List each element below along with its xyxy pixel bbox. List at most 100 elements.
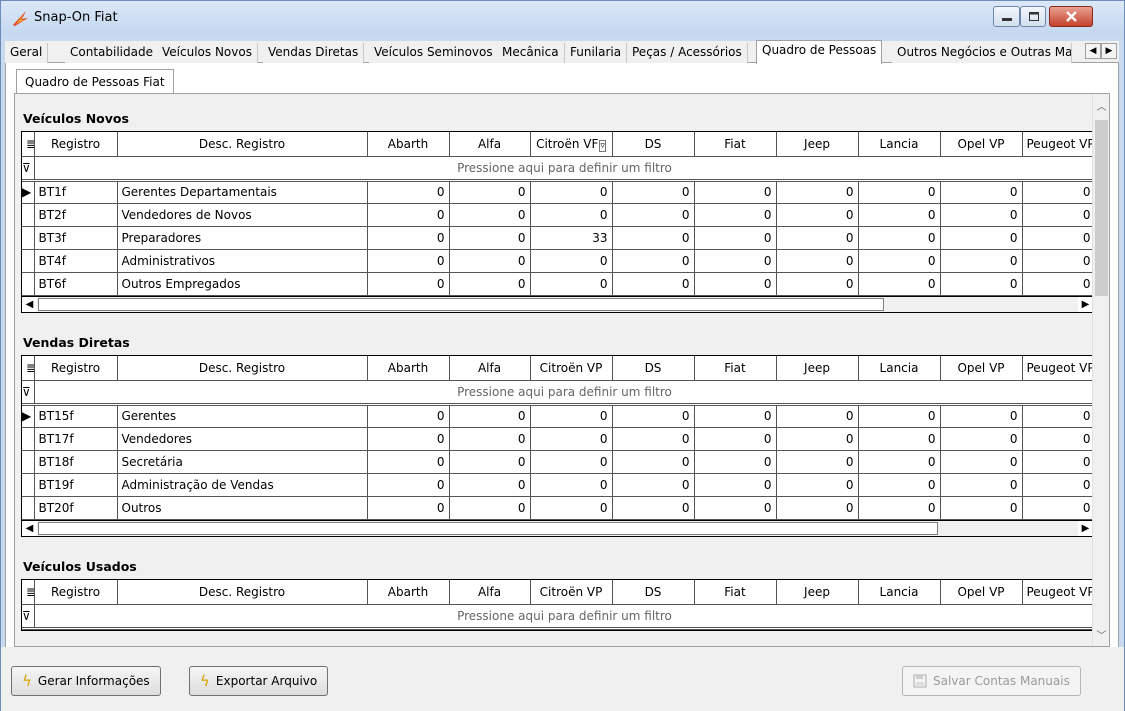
cell-value[interactable]: 0 bbox=[367, 272, 450, 296]
scroll-right-icon[interactable]: ▶ bbox=[1078, 297, 1092, 312]
cell-desc-registro[interactable]: Vendedores de Novos bbox=[117, 203, 368, 227]
cell-registro[interactable]: BT17f bbox=[34, 427, 118, 451]
column-header[interactable]: Jeep bbox=[776, 132, 859, 157]
cell-value[interactable]: 0 bbox=[776, 249, 859, 273]
cell-value[interactable]: 0 bbox=[776, 180, 859, 204]
gerar-informacoes-button[interactable]: ϟ Gerar Informações bbox=[11, 666, 161, 696]
cell-desc-registro[interactable]: Outros Empregados bbox=[117, 272, 368, 296]
filter-hint[interactable]: Pressione aqui para definir um filtro bbox=[34, 380, 1092, 406]
row-indicator[interactable] bbox=[22, 496, 35, 520]
column-header[interactable]: Registro bbox=[34, 580, 118, 605]
cell-value[interactable]: 0 bbox=[367, 450, 450, 474]
cell-value[interactable]: 0 bbox=[530, 203, 613, 227]
column-header[interactable]: Peugeot VP bbox=[1022, 356, 1092, 381]
data-grid[interactable]: ≣ Registro Desc. Registro Abarth Alfa Ci… bbox=[21, 579, 1092, 631]
cell-registro[interactable]: BT6f bbox=[34, 272, 118, 296]
tab-quadro-de-pessoas[interactable]: Quadro de Pessoas bbox=[756, 40, 883, 64]
cell-value[interactable]: 0 bbox=[940, 450, 1023, 474]
tab-outros-negocios[interactable]: Outros Negócios e Outras Mai bbox=[892, 43, 1072, 63]
tab-scroll-right-button[interactable]: ▶ bbox=[1101, 43, 1117, 59]
row-indicator[interactable] bbox=[22, 473, 35, 497]
column-header[interactable]: DS bbox=[612, 132, 695, 157]
cell-value[interactable]: 0 bbox=[367, 473, 450, 497]
cell-value[interactable]: 0 bbox=[1022, 404, 1092, 428]
cell-value[interactable]: 0 bbox=[530, 180, 613, 204]
table-row[interactable]: BT17f Vendedores 0 0 0 0 0 0 0 0 0 bbox=[22, 427, 1092, 451]
data-grid[interactable]: ≣ Registro Desc. Registro Abarth Alfa Ci… bbox=[21, 355, 1092, 521]
tab-mecanica[interactable]: Mecânica bbox=[497, 43, 565, 63]
cell-desc-registro[interactable]: Vendedores bbox=[117, 427, 368, 451]
cell-value[interactable]: 0 bbox=[530, 496, 613, 520]
tab-veiculos-seminovos[interactable]: Veículos Seminovos bbox=[369, 43, 499, 63]
cell-value[interactable]: 0 bbox=[858, 226, 941, 250]
column-header[interactable]: Desc. Registro bbox=[117, 580, 368, 605]
row-indicator[interactable] bbox=[22, 203, 35, 227]
cell-value[interactable]: 0 bbox=[776, 450, 859, 474]
column-header[interactable]: Citroën VP bbox=[530, 356, 613, 381]
vertical-scrollbar[interactable]: ︿ ﹀ bbox=[1092, 94, 1109, 646]
column-header[interactable]: Fiat bbox=[694, 356, 777, 381]
cell-value[interactable]: 0 bbox=[367, 404, 450, 428]
cell-value[interactable]: 0 bbox=[1022, 272, 1092, 296]
tab-pecas-acessorios[interactable]: Peças / Acessórios bbox=[627, 43, 748, 63]
cell-value[interactable]: 0 bbox=[776, 404, 859, 428]
cell-value[interactable]: 0 bbox=[530, 427, 613, 451]
cell-value[interactable]: 0 bbox=[612, 404, 695, 428]
scroll-left-icon[interactable]: ◀ bbox=[22, 521, 37, 536]
column-header[interactable]: Abarth bbox=[367, 580, 450, 605]
filter-row[interactable]: ⊽ Pressione aqui para definir um filtro bbox=[22, 156, 1092, 182]
cell-value[interactable]: 0 bbox=[858, 496, 941, 520]
table-row[interactable]: BT18f Secretária 0 0 0 0 0 0 0 0 0 bbox=[22, 450, 1092, 474]
cell-value[interactable]: 0 bbox=[694, 226, 777, 250]
column-header[interactable]: Jeep bbox=[776, 356, 859, 381]
cell-value[interactable]: 0 bbox=[1022, 226, 1092, 250]
cell-value[interactable]: 0 bbox=[612, 272, 695, 296]
maximize-button[interactable] bbox=[1020, 6, 1046, 27]
tab-veiculos-novos[interactable]: Veículos Novos bbox=[157, 43, 258, 63]
column-header[interactable]: Jeep bbox=[776, 580, 859, 605]
cell-value[interactable]: 0 bbox=[367, 249, 450, 273]
cell-value[interactable]: 0 bbox=[612, 473, 695, 497]
column-header[interactable]: Citroën VP bbox=[530, 580, 613, 605]
cell-value[interactable]: 0 bbox=[776, 427, 859, 451]
cell-value[interactable]: 0 bbox=[612, 450, 695, 474]
scroll-thumb[interactable] bbox=[1095, 120, 1108, 296]
table-row[interactable]: BT19f Administração de Vendas 0 0 0 0 0 0 0 0 0 bbox=[22, 473, 1092, 497]
scroll-down-icon[interactable]: ﹀ bbox=[1093, 627, 1109, 644]
cell-value[interactable]: 0 bbox=[1022, 450, 1092, 474]
cell-value[interactable]: 0 bbox=[776, 272, 859, 296]
row-pointer-icon[interactable]: ▶ bbox=[22, 404, 35, 428]
cell-registro[interactable]: BT2f bbox=[34, 203, 118, 227]
cell-value[interactable]: 0 bbox=[694, 203, 777, 227]
title-bar[interactable]: Snap-On Fiat bbox=[1, 1, 1124, 35]
cell-desc-registro[interactable]: Gerentes Departamentais bbox=[117, 180, 368, 204]
horizontal-scrollbar[interactable]: ◀ ▶ bbox=[21, 296, 1092, 313]
column-header[interactable]: Registro bbox=[34, 356, 118, 381]
cell-value[interactable]: 0 bbox=[858, 180, 941, 204]
tab-scroll-left-button[interactable]: ◀ bbox=[1085, 43, 1101, 59]
column-header[interactable]: Lancia bbox=[858, 356, 941, 381]
cell-value[interactable]: 0 bbox=[1022, 180, 1092, 204]
scroll-left-icon[interactable]: ◀ bbox=[22, 297, 37, 312]
cell-value[interactable]: 0 bbox=[1022, 249, 1092, 273]
salvar-contas-manuais-button[interactable]: Salvar Contas Manuais bbox=[902, 666, 1081, 696]
column-header[interactable]: Opel VP bbox=[940, 580, 1023, 605]
close-button[interactable] bbox=[1049, 6, 1093, 27]
cell-value[interactable]: 0 bbox=[612, 226, 695, 250]
cell-value[interactable]: 0 bbox=[449, 203, 531, 227]
column-header[interactable]: Alfa bbox=[449, 356, 531, 381]
column-header[interactable]: Abarth bbox=[367, 356, 450, 381]
cell-value[interactable]: 0 bbox=[449, 180, 531, 204]
cell-registro[interactable]: BT4f bbox=[34, 249, 118, 273]
cell-value[interactable]: 0 bbox=[940, 473, 1023, 497]
row-indicator[interactable] bbox=[22, 249, 35, 273]
cell-value[interactable]: 0 bbox=[530, 404, 613, 428]
cell-value[interactable]: 0 bbox=[776, 203, 859, 227]
scroll-thumb[interactable] bbox=[38, 298, 884, 311]
scroll-thumb[interactable] bbox=[38, 522, 938, 535]
cell-value[interactable]: 0 bbox=[449, 404, 531, 428]
cell-value[interactable]: 0 bbox=[367, 180, 450, 204]
cell-registro[interactable]: BT20f bbox=[34, 496, 118, 520]
cell-value[interactable]: 0 bbox=[612, 427, 695, 451]
cell-desc-registro[interactable]: Administração de Vendas bbox=[117, 473, 368, 497]
